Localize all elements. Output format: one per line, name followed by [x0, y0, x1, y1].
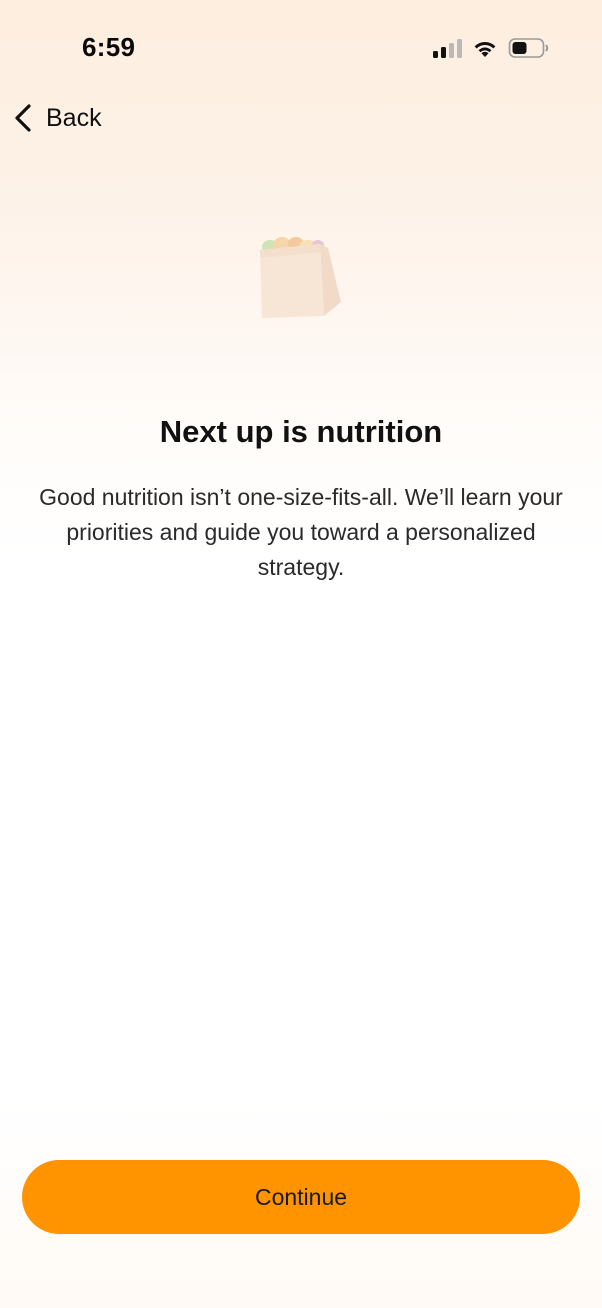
status-icons: [433, 36, 550, 60]
page-title: Next up is nutrition: [159, 414, 443, 449]
chevron-left-icon: [15, 104, 31, 132]
back-label: Back: [46, 103, 102, 132]
page-description: Good nutrition isn’t one-size-fits-all. …: [39, 484, 563, 580]
signal-icon: [433, 38, 462, 58]
status-bar: 6:59: [0, 0, 602, 96]
back-button[interactable]: Back: [12, 98, 102, 138]
status-time: 6:59: [82, 32, 136, 62]
continue-button[interactable]: Continue: [22, 1160, 580, 1234]
battery-icon: [508, 38, 549, 58]
grocery-bag-icon: [260, 237, 341, 318]
wifi-icon: [474, 42, 496, 57]
